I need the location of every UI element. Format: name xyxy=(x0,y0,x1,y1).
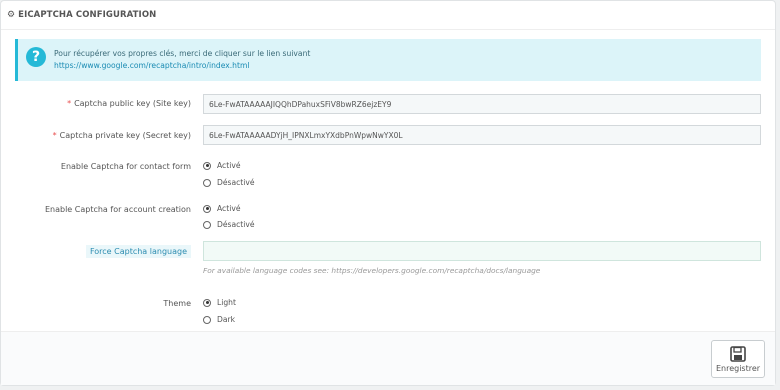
public-key-input[interactable]: 6Le-FwATAAAAAJIQQhDPahuxSFiV8bwRZ6ejzEY9 xyxy=(203,94,761,114)
contact-form-radio-off[interactable]: Désactivé xyxy=(203,178,255,187)
radio-selected[interactable] xyxy=(203,204,211,213)
save-icon xyxy=(730,345,746,362)
alert-text: Pour récupérer vos propres clés, merci d… xyxy=(54,49,311,58)
radio-unselected[interactable] xyxy=(203,315,211,324)
language-label: Force Captcha language xyxy=(85,245,191,258)
required-marker: * xyxy=(67,99,72,108)
theme-radio-light[interactable]: Light xyxy=(203,298,236,307)
radio-unselected[interactable] xyxy=(203,220,211,229)
contact-form-radio-on[interactable]: Activé xyxy=(203,161,241,170)
contact-form-label: Enable Captcha for contact form xyxy=(60,162,191,171)
theme-label: Theme xyxy=(163,299,191,308)
private-key-input[interactable]: 6Le-FwATAAAAADYjH_IPNXLmxYXdbPnWpwNwYX0L xyxy=(203,125,761,145)
radio-selected[interactable] xyxy=(203,161,211,170)
info-alert: ? Pour récupérer vos propres clés, merci… xyxy=(15,39,761,81)
account-creation-radio-on[interactable]: Activé xyxy=(203,204,241,213)
save-button[interactable]: Enregistrer xyxy=(711,340,765,378)
account-creation-radio-off[interactable]: Désactivé xyxy=(203,220,255,229)
panel-footer: Enregistrer xyxy=(1,331,775,385)
radio-unselected[interactable] xyxy=(203,178,211,187)
cogs-icon: ⚙ xyxy=(7,10,16,20)
account-creation-label: Enable Captcha for account creation xyxy=(44,205,191,214)
panel-title: EICAPTCHA CONFIGURATION xyxy=(18,10,157,20)
question-icon: ? xyxy=(26,47,46,67)
required-marker: * xyxy=(52,131,57,140)
config-panel: ⚙ EICAPTCHA CONFIGURATION ? Pour récupér… xyxy=(0,0,776,386)
language-help: For available language codes see: https:… xyxy=(203,266,541,275)
public-key-label: * Captcha public key (Site key) xyxy=(67,99,191,108)
save-label: Enregistrer xyxy=(715,363,761,373)
language-input[interactable] xyxy=(203,241,761,261)
recaptcha-link[interactable]: https://www.google.com/recaptcha/intro/i… xyxy=(54,61,249,70)
theme-radio-dark[interactable]: Dark xyxy=(203,315,235,324)
panel-header: ⚙ EICAPTCHA CONFIGURATION xyxy=(1,1,775,30)
radio-selected[interactable] xyxy=(203,298,211,307)
private-key-label: * Captcha private key (Secret key) xyxy=(52,131,191,140)
